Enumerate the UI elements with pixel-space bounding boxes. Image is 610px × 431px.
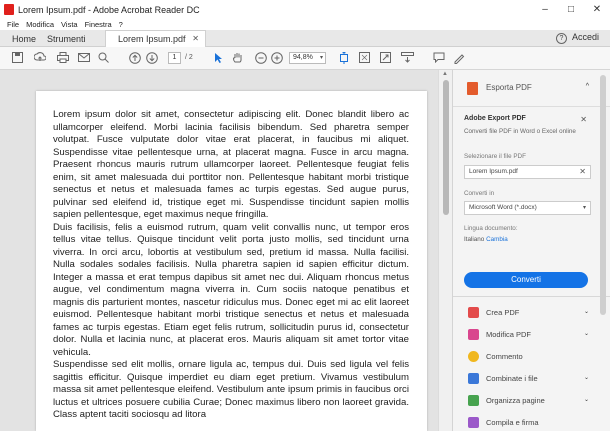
sign-icon[interactable] xyxy=(452,51,465,64)
export-description: Converti file PDF in Word o Excel online xyxy=(464,128,576,135)
menu-modifica[interactable]: Modifica xyxy=(26,20,54,29)
scrollbar-thumb[interactable] xyxy=(443,80,449,215)
page-up-icon[interactable] xyxy=(128,51,141,64)
language-row: Italiano Cambia xyxy=(464,236,508,243)
create-pdf-icon xyxy=(468,307,479,318)
zoom-out-icon[interactable] xyxy=(254,51,267,64)
page-total: / 2 xyxy=(185,54,193,61)
help-icon[interactable]: ? xyxy=(556,33,567,44)
acrobat-app-icon xyxy=(4,4,14,15)
convert-to-label: Converti in xyxy=(464,190,495,197)
panel-scrollbar[interactable] xyxy=(600,75,606,315)
menu-help[interactable]: ? xyxy=(119,20,123,29)
paragraph: Lorem ipsum dolor sit amet, consectetur … xyxy=(53,109,409,220)
format-select-value: Microsoft Word (*.docx) xyxy=(469,204,537,211)
tab-bar: Home Strumenti Lorem Ipsum.pdf ✕ ? Acced… xyxy=(0,30,610,47)
scroll-mode-icon[interactable] xyxy=(401,51,414,64)
export-pdf-header[interactable]: Esporta PDF ^ xyxy=(453,70,610,107)
page-number-input[interactable]: 1 xyxy=(168,52,181,64)
zoom-in-icon[interactable] xyxy=(270,51,283,64)
paragraph: Suspendisse sed elit mollis, ornare ligu… xyxy=(53,359,409,420)
tab-document[interactable]: Lorem Ipsum.pdf ✕ xyxy=(105,30,206,47)
file-field[interactable]: Lorem Ipsum.pdf ✕ xyxy=(464,165,591,179)
minimize-button[interactable]: – xyxy=(532,0,558,19)
chevron-down-icon: ▾ xyxy=(582,205,586,211)
tool-combina-file[interactable]: Combinate i file ⌄ xyxy=(453,368,610,390)
tab-tools[interactable]: Strumenti xyxy=(47,30,86,47)
menu-bar: File Modifica Vista Finestra ? xyxy=(0,19,610,30)
chevron-down-icon: ⌄ xyxy=(583,309,589,315)
tool-label: Crea PDF xyxy=(486,308,520,317)
tool-label: Organizza pagine xyxy=(486,396,545,405)
close-tab-icon[interactable]: ✕ xyxy=(192,34,199,43)
save-icon[interactable] xyxy=(11,51,24,64)
pdf-page: Lorem ipsum dolor sit amet, consectetur … xyxy=(36,91,427,431)
print-icon[interactable] xyxy=(56,51,69,64)
search-icon[interactable] xyxy=(97,51,110,64)
comment-tool-icon xyxy=(468,351,479,362)
tool-label: Modifica PDF xyxy=(486,330,532,339)
menu-file[interactable]: File xyxy=(7,20,19,29)
export-pdf-title: Esporta PDF xyxy=(486,83,532,92)
tool-commento[interactable]: Commento xyxy=(453,346,610,368)
format-select[interactable]: Microsoft Word (*.docx) ▾ xyxy=(464,201,591,215)
select-file-label: Selezionare il file PDF xyxy=(464,153,526,160)
chevron-down-icon: ⌄ xyxy=(583,375,589,381)
window-controls: – □ ✕ xyxy=(532,0,610,19)
fit-page-icon[interactable] xyxy=(337,51,350,64)
chevron-down-icon: ⌄ xyxy=(583,331,589,337)
paragraph: Duis facilisis, felis a euismod rutrum, … xyxy=(53,221,409,358)
clear-icon[interactable]: ✕ xyxy=(579,166,586,178)
tools-panel: Esporta PDF ^ Adobe Export PDF ✕ Convert… xyxy=(452,70,610,431)
fill-sign-icon xyxy=(468,417,479,428)
export-pdf-icon xyxy=(467,82,478,95)
adobe-export-title: Adobe Export PDF xyxy=(464,115,526,122)
tab-home[interactable]: Home xyxy=(12,30,36,47)
language-label: Lingua documento: xyxy=(464,225,518,232)
change-language-link[interactable]: Cambia xyxy=(486,236,508,243)
zoom-select[interactable]: 94,8% ▾ xyxy=(289,52,326,64)
page-text: Lorem ipsum dolor sit amet, consectetur … xyxy=(53,109,409,422)
rotate-icon[interactable] xyxy=(379,51,392,64)
scroll-up-icon[interactable]: ▲ xyxy=(442,71,448,77)
zoom-value: 94,8% xyxy=(293,54,313,61)
convert-button[interactable]: Converti xyxy=(464,272,588,288)
language-value: Italiano xyxy=(464,236,485,243)
mail-icon[interactable] xyxy=(77,51,90,64)
vertical-scrollbar[interactable]: ▲ xyxy=(438,70,452,431)
chevron-down-icon: ▾ xyxy=(319,55,323,61)
tool-compila-firma[interactable]: Compila e firma xyxy=(453,412,610,431)
window-title: Lorem Ipsum.pdf - Adobe Acrobat Reader D… xyxy=(18,4,200,15)
combine-files-icon xyxy=(468,373,479,384)
title-bar: Lorem Ipsum.pdf - Adobe Acrobat Reader D… xyxy=(0,0,610,19)
select-icon[interactable] xyxy=(212,51,225,64)
comment-icon[interactable] xyxy=(432,51,445,64)
tool-crea-pdf[interactable]: Crea PDF ⌄ xyxy=(453,302,610,324)
tab-document-label: Lorem Ipsum.pdf xyxy=(118,34,186,44)
fullscreen-icon[interactable] xyxy=(358,51,371,64)
menu-vista[interactable]: Vista xyxy=(61,20,78,29)
tool-organizza-pagine[interactable]: Organizza pagine ⌄ xyxy=(453,390,610,412)
edit-pdf-icon xyxy=(468,329,479,340)
tool-modifica-pdf[interactable]: Modifica PDF ⌄ xyxy=(453,324,610,346)
file-field-value: Lorem Ipsum.pdf xyxy=(469,168,518,175)
upload-icon[interactable] xyxy=(33,51,46,64)
page-down-icon[interactable] xyxy=(145,51,158,64)
chevron-down-icon: ⌄ xyxy=(583,397,589,403)
toolbar: 1 / 2 94,8% ▾ xyxy=(0,47,610,70)
maximize-button[interactable]: □ xyxy=(558,0,584,19)
divider xyxy=(453,296,610,297)
organize-pages-icon xyxy=(468,395,479,406)
menu-finestra[interactable]: Finestra xyxy=(85,20,112,29)
tool-label: Combinate i file xyxy=(486,374,538,383)
hand-icon[interactable] xyxy=(231,51,244,64)
close-icon[interactable]: ✕ xyxy=(580,115,587,124)
chevron-up-icon[interactable]: ^ xyxy=(586,83,589,90)
tool-label: Compila e firma xyxy=(486,418,539,427)
close-window-button[interactable]: ✕ xyxy=(584,0,610,19)
tool-label: Commento xyxy=(486,352,523,361)
login-button[interactable]: Accedi xyxy=(572,32,599,42)
document-viewer[interactable]: Lorem ipsum dolor sit amet, consectetur … xyxy=(0,70,452,431)
